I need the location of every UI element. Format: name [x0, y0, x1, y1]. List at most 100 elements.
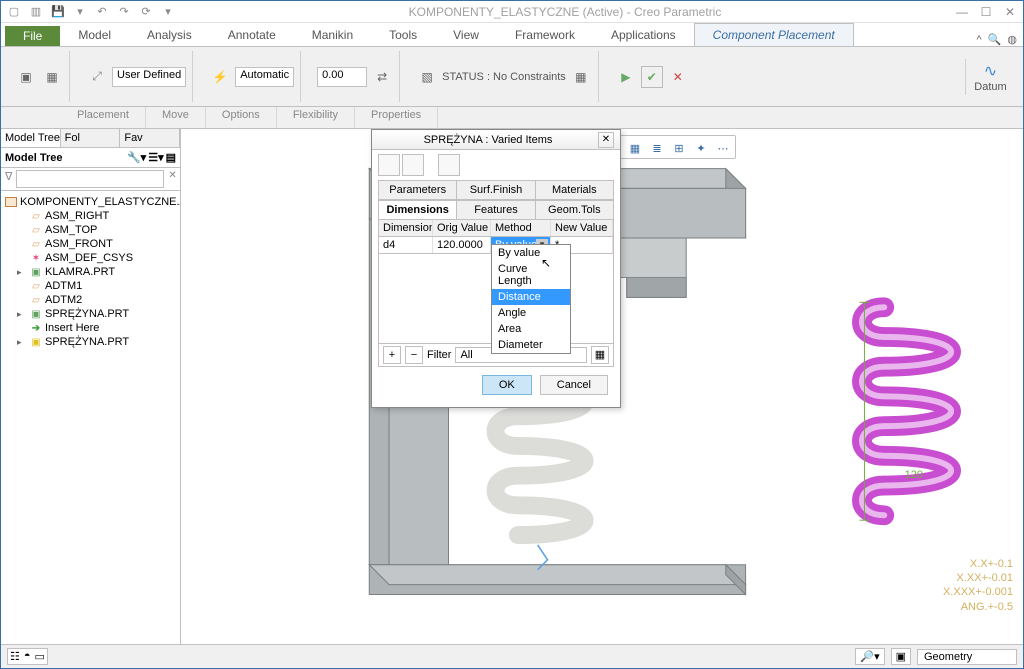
ribbon-tab-applications[interactable]: Applications: [593, 24, 694, 46]
dd-item-by-value[interactable]: By value: [492, 245, 570, 261]
status-toggle-icon[interactable]: ▦: [570, 66, 592, 88]
cancel-x-icon[interactable]: ✕: [667, 66, 689, 88]
collapse-ribbon-icon[interactable]: ^: [977, 34, 982, 46]
tree-item[interactable]: ▸▣SPRĘŻYNA.PRT: [3, 335, 178, 349]
table-options-icon[interactable]: ▦: [591, 346, 609, 364]
tree-item[interactable]: ▱ASM_RIGHT: [3, 209, 178, 223]
ok-button[interactable]: OK: [482, 375, 532, 395]
dialog-close-button[interactable]: ✕: [598, 132, 614, 148]
sidebar-tab-model-tree[interactable]: Model Tree: [1, 129, 61, 147]
dropdown-icon[interactable]: ▾: [71, 3, 89, 21]
tree-item[interactable]: ▸▣KLAMRA.PRT: [3, 265, 178, 279]
dlg-tab-dimensions[interactable]: Dimensions: [379, 201, 457, 219]
flip-icon[interactable]: ⇄: [371, 66, 393, 88]
more-icon[interactable]: ⋯: [713, 138, 733, 158]
close-win-icon[interactable]: ▾: [159, 3, 177, 21]
redo-icon[interactable]: ↷: [115, 3, 133, 21]
cell-dim[interactable]: d4: [379, 237, 433, 253]
place-icon[interactable]: ▣: [15, 66, 37, 88]
dd-item-diameter[interactable]: Diameter: [492, 337, 570, 353]
sidebar-tab-favorites[interactable]: Fav: [120, 129, 180, 147]
remove-button[interactable]: −: [405, 346, 423, 364]
subtab-move[interactable]: Move: [146, 107, 206, 128]
tree-item[interactable]: ✶ASM_DEF_CSYS: [3, 251, 178, 265]
sidebar-tab-folder[interactable]: Fol: [61, 129, 121, 147]
annot-icon[interactable]: ⊞: [669, 138, 689, 158]
tree-item[interactable]: ▸▣SPRĘŻYNA.PRT: [3, 307, 178, 321]
subtab-flexibility[interactable]: Flexibility: [277, 107, 355, 128]
dd-item-curve-length[interactable]: Curve Length: [492, 261, 570, 289]
col-dimension[interactable]: Dimension: [379, 220, 433, 236]
new-icon[interactable]: ▢: [5, 3, 23, 21]
model-tree[interactable]: KOMPONENTY_ELASTYCZNE.ASM ▱ASM_RIGHT ▱AS…: [1, 191, 180, 644]
undo-icon[interactable]: ↶: [93, 3, 111, 21]
maximize-button[interactable]: ☐: [977, 5, 995, 19]
ribbon-tab-component-placement[interactable]: Component Placement: [694, 23, 854, 46]
find-icon[interactable]: 🔎▾: [855, 648, 884, 665]
tree-filter-icon[interactable]: ▤: [166, 151, 176, 164]
tree-item[interactable]: ▱ADTM1: [3, 279, 178, 293]
save-icon[interactable]: 💾: [49, 3, 67, 21]
tree-item[interactable]: ▱ADTM2: [3, 293, 178, 307]
tree-item[interactable]: ▱ASM_TOP: [3, 223, 178, 237]
col-new-value[interactable]: New Value: [551, 220, 613, 236]
dlg-tab-geomtols[interactable]: Geom.Tols: [536, 201, 613, 219]
method-dropdown-list[interactable]: By value Curve Length Distance Angle Are…: [491, 244, 571, 354]
col-orig-value[interactable]: Orig Value: [433, 220, 491, 236]
tree-root[interactable]: KOMPONENTY_ELASTYCZNE.ASM: [3, 195, 178, 209]
dlg-tool-1-icon[interactable]: [378, 154, 400, 176]
regen-icon[interactable]: ⟳: [137, 3, 155, 21]
clear-filter-icon[interactable]: ✕: [168, 170, 176, 188]
assemble-icon[interactable]: ▦: [41, 66, 63, 88]
ribbon-tab-model[interactable]: Model: [60, 24, 129, 46]
add-button[interactable]: +: [383, 346, 401, 364]
selection-filter-dropdown[interactable]: Geometry: [917, 649, 1017, 665]
sb-tool-3-icon[interactable]: ▭: [35, 650, 45, 663]
selection-filter-icon[interactable]: ▣: [891, 648, 911, 665]
filter-icon[interactable]: ∇: [5, 170, 12, 188]
dd-item-angle[interactable]: Angle: [492, 305, 570, 321]
tree-settings-icon[interactable]: 🔧▾: [127, 151, 146, 164]
dlg-tool-2-icon[interactable]: [402, 154, 424, 176]
col-method[interactable]: Method: [491, 220, 551, 236]
play-icon[interactable]: ▶: [615, 66, 637, 88]
ribbon-tab-tools[interactable]: Tools: [371, 24, 435, 46]
refsel-icon[interactable]: ⤢: [86, 66, 108, 88]
ribbon-tab-framework[interactable]: Framework: [497, 24, 593, 46]
3d-viewport[interactable]: 🔍 ⊕ ⊖ ↻ ◫ ▥ ◳ ▦ ≣ ⊞ ✦ ⋯ 120 X.X+-0.1 X.X…: [181, 129, 1023, 644]
sb-tool-1-icon[interactable]: ☷: [10, 650, 20, 663]
dlg-tool-3-icon[interactable]: [438, 154, 460, 176]
sb-tool-2-icon[interactable]: ◓: [24, 650, 31, 663]
spin-icon[interactable]: ✦: [691, 138, 711, 158]
dd-item-distance[interactable]: Distance: [492, 289, 570, 305]
ribbon-tab-annotate[interactable]: Annotate: [210, 24, 294, 46]
dlg-tab-features[interactable]: Features: [457, 201, 535, 219]
offset-input[interactable]: 0.00: [317, 67, 367, 87]
cell-orig[interactable]: 120.0000: [433, 237, 491, 253]
subtab-options[interactable]: Options: [206, 107, 277, 128]
subtab-properties[interactable]: Properties: [355, 107, 438, 128]
file-tab[interactable]: File: [5, 26, 60, 46]
named-views-icon[interactable]: ▦: [625, 138, 645, 158]
open-icon[interactable]: ▥: [27, 3, 45, 21]
search-icon[interactable]: 🔍: [988, 33, 1002, 46]
dd-item-area[interactable]: Area: [492, 321, 570, 337]
subtab-placement[interactable]: Placement: [61, 107, 146, 128]
dlg-tab-surffinish[interactable]: Surf.Finish: [457, 181, 535, 199]
automatic-dropdown[interactable]: Automatic: [235, 67, 294, 87]
user-defined-dropdown[interactable]: User Defined: [112, 67, 186, 87]
dlg-tab-parameters[interactable]: Parameters: [379, 181, 457, 199]
close-button[interactable]: ✕: [1001, 5, 1019, 19]
datum-panel[interactable]: ∿ Datum: [965, 59, 1015, 95]
tree-item-insert[interactable]: ➔Insert Here: [3, 321, 178, 335]
tree-show-icon[interactable]: ☰▾: [148, 151, 163, 164]
tree-item[interactable]: ▱ASM_FRONT: [3, 237, 178, 251]
ok-check-icon[interactable]: ✔: [641, 66, 663, 88]
layers-icon[interactable]: ≣: [647, 138, 667, 158]
cancel-button[interactable]: Cancel: [540, 375, 608, 395]
ribbon-tab-analysis[interactable]: Analysis: [129, 24, 210, 46]
tree-search-input[interactable]: [16, 170, 164, 188]
help-icon[interactable]: ◍: [1007, 33, 1017, 46]
minimize-button[interactable]: —: [953, 5, 971, 19]
ribbon-tab-manikin[interactable]: Manikin: [294, 24, 371, 46]
